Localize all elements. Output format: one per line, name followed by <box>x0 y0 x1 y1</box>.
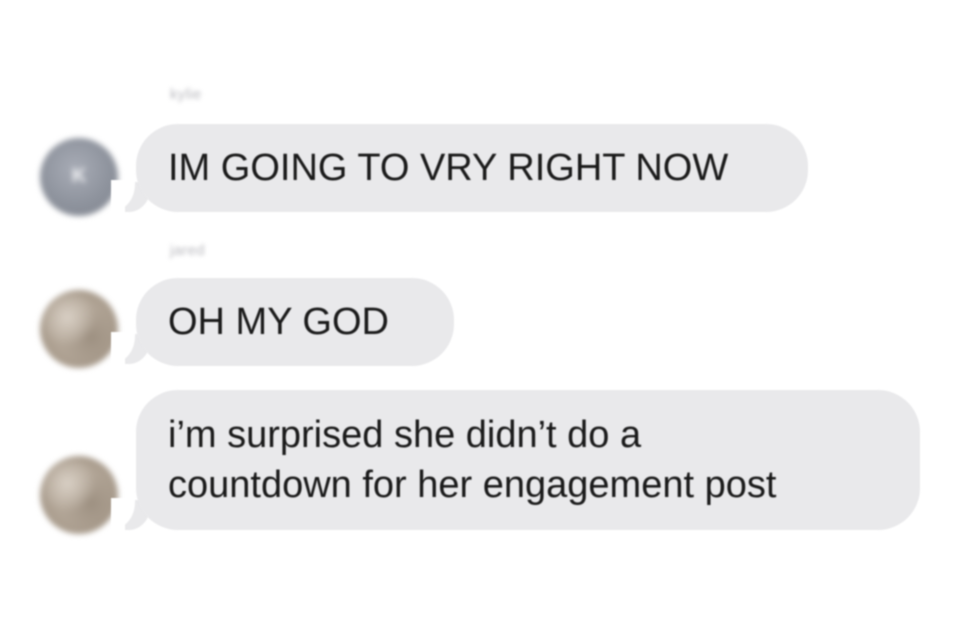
message-bubble[interactable]: OH MY GOD <box>136 278 454 366</box>
message-text: IM GOING TO VRY RIGHT NOW <box>168 147 729 189</box>
message-bubble[interactable]: i’m surprised she didn’t do a countdown … <box>136 390 920 530</box>
message-thread: kylie K IM GOING TO VRY RIGHT NOW jared … <box>0 0 960 640</box>
sender-avatar[interactable] <box>40 456 118 534</box>
message-text: i’m surprised she didn’t do a countdown … <box>168 414 777 506</box>
avatar-initial: K <box>71 165 87 187</box>
sender-avatar[interactable]: K <box>40 138 118 216</box>
sender-name-label: kylie <box>170 86 202 103</box>
message-bubble[interactable]: IM GOING TO VRY RIGHT NOW <box>136 124 808 212</box>
message-text: OH MY GOD <box>168 301 389 343</box>
sender-avatar[interactable] <box>40 290 118 368</box>
sender-name-label: jared <box>170 242 205 259</box>
